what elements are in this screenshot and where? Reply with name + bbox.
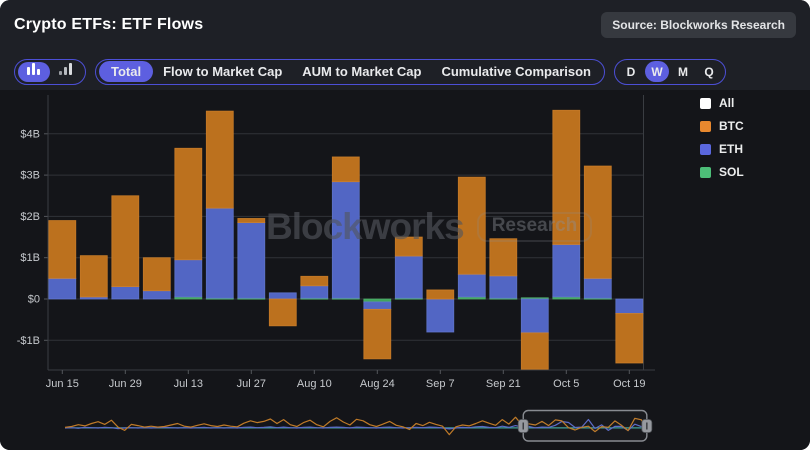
svg-text:Jun 29: Jun 29 <box>109 378 142 390</box>
navigator-right-handle[interactable] <box>642 420 652 433</box>
bar-segment-sol-aug-24[interactable] <box>364 299 391 302</box>
interval-button-m[interactable]: M <box>671 61 695 82</box>
bar-segment-btc-aug-24[interactable] <box>364 309 391 359</box>
svg-text:$4B: $4B <box>20 128 40 140</box>
legend-swatch-eth <box>700 144 711 155</box>
bar-segment-btc-aug-3[interactable] <box>269 299 296 326</box>
svg-text:$0: $0 <box>28 294 40 306</box>
bar-segment-btc-jun-29[interactable] <box>112 196 139 287</box>
svg-text:$2B: $2B <box>20 211 40 223</box>
legend-item-btc[interactable]: BTC <box>700 119 744 133</box>
svg-text:Aug 24: Aug 24 <box>360 378 395 390</box>
svg-text:Sep 7: Sep 7 <box>426 378 455 390</box>
interval-toggle: DWMQ <box>614 59 726 85</box>
bar-segment-eth-aug-3[interactable] <box>269 293 296 299</box>
bar-segment-eth-jul-27[interactable] <box>238 223 265 299</box>
bar-segment-btc-jul-13[interactable] <box>175 148 202 260</box>
chart-type-stacked-button[interactable] <box>18 62 50 82</box>
bar-segment-btc-jul-6[interactable] <box>143 258 170 291</box>
view-tab-aum-to-market-cap[interactable]: AUM to Market Cap <box>292 62 431 81</box>
legend-item-sol[interactable]: SOL <box>700 165 744 179</box>
bar-segment-btc-aug-17[interactable] <box>332 157 359 182</box>
view-tab-cumulative-comparison[interactable]: Cumulative Comparison <box>431 62 601 81</box>
gridlines: $4B $3B $2B $1B $0 -$1B <box>17 128 644 346</box>
bar-segment-btc-sep-28[interactable] <box>521 333 548 369</box>
bar-segment-btc-oct-5[interactable] <box>553 110 580 244</box>
stacked-bar-chart-icon <box>26 62 42 81</box>
bar-segment-eth-jul-20[interactable] <box>206 208 233 298</box>
interval-button-d[interactable]: D <box>619 61 643 82</box>
crypto-etf-flows-card: Crypto ETFs: ETF Flows Source: Blockwork… <box>0 0 810 450</box>
ascending-bar-chart-icon <box>58 62 74 81</box>
legend-label: All <box>719 96 734 110</box>
bar-segment-eth-jul-6[interactable] <box>143 291 170 299</box>
page-title: Crypto ETFs: ETF Flows <box>14 16 203 34</box>
bar-segment-eth-sep-21[interactable] <box>490 276 517 298</box>
legend-swatch-sol <box>700 167 711 178</box>
legend: All BTC ETH SOL <box>700 96 744 179</box>
bar-segment-eth-oct-5[interactable] <box>553 244 580 296</box>
bar-segment-btc-aug-10[interactable] <box>301 276 328 285</box>
header: Crypto ETFs: ETF Flows Source: Blockwork… <box>0 0 810 50</box>
svg-text:Jun 15: Jun 15 <box>46 378 79 390</box>
bar-segment-eth-jun-15[interactable] <box>49 278 76 299</box>
bar-segment-eth-aug-10[interactable] <box>301 286 328 298</box>
bar-segment-btc-jun-22[interactable] <box>80 256 107 297</box>
bar-segment-eth-aug-17[interactable] <box>332 182 359 298</box>
bar-segment-btc-oct-19[interactable] <box>616 313 643 363</box>
bars <box>49 110 643 369</box>
bar-segment-eth-aug-24[interactable] <box>364 302 391 309</box>
legend-label: ETH <box>719 142 743 156</box>
bar-segment-eth-oct-12[interactable] <box>584 278 611 298</box>
chart-type-grouped-button[interactable] <box>50 62 82 82</box>
bar-segment-eth-oct-19[interactable] <box>616 299 643 313</box>
bar-segment-btc-oct-12[interactable] <box>584 166 611 278</box>
svg-text:Jul 13: Jul 13 <box>174 378 203 390</box>
legend-swatch-btc <box>700 121 711 132</box>
view-tab-total[interactable]: Total <box>99 61 153 82</box>
navigator-left-handle[interactable] <box>518 420 528 433</box>
view-tabs: TotalFlow to Market CapAUM to Market Cap… <box>95 59 605 85</box>
navigator-selection-window[interactable] <box>523 411 647 442</box>
chart-zone: $4B $3B $2B $1B $0 -$1B Jun 15 Jun 29 Jul 13 Jul … <box>0 90 810 450</box>
bar-segment-btc-jul-20[interactable] <box>206 111 233 208</box>
legend-swatch-all <box>700 98 711 109</box>
legend-item-eth[interactable]: ETH <box>700 142 744 156</box>
legend-label: BTC <box>719 119 744 133</box>
bar-segment-eth-jun-29[interactable] <box>112 287 139 299</box>
flows-bar-chart[interactable]: $4B $3B $2B $1B $0 -$1B Jun 15 Jun 29 Jul 13 Jul … <box>0 90 690 395</box>
bar-segment-eth-sep-7[interactable] <box>427 299 454 332</box>
svg-text:Oct 19: Oct 19 <box>613 378 645 390</box>
toolbar: TotalFlow to Market CapAUM to Market Cap… <box>14 58 726 85</box>
source-badge: Source: Blockworks Research <box>601 12 796 38</box>
bar-segment-btc-jun-15[interactable] <box>49 221 76 279</box>
interval-button-q[interactable]: Q <box>697 61 721 82</box>
bar-segment-eth-jul-13[interactable] <box>175 260 202 297</box>
svg-text:-$1B: -$1B <box>17 335 40 347</box>
bar-segment-eth-sep-14[interactable] <box>458 274 485 297</box>
chart-type-toggle <box>14 59 86 85</box>
svg-text:Jul 27: Jul 27 <box>237 378 266 390</box>
interval-button-w[interactable]: W <box>645 61 669 82</box>
bar-segment-btc-sep-7[interactable] <box>427 290 454 299</box>
bar-segment-btc-jul-27[interactable] <box>238 218 265 222</box>
bar-segment-eth-sep-28[interactable] <box>521 299 548 333</box>
range-navigator[interactable] <box>0 395 690 450</box>
bar-segment-btc-sep-21[interactable] <box>490 239 517 276</box>
legend-label: SOL <box>719 165 744 179</box>
svg-text:$1B: $1B <box>20 252 40 264</box>
svg-text:Aug 10: Aug 10 <box>297 378 332 390</box>
bar-segment-eth-aug-31[interactable] <box>395 256 422 298</box>
svg-text:Sep 21: Sep 21 <box>486 378 521 390</box>
legend-item-all[interactable]: All <box>700 96 744 110</box>
view-tab-flow-to-market-cap[interactable]: Flow to Market Cap <box>153 62 292 81</box>
bar-segment-btc-sep-14[interactable] <box>458 177 485 274</box>
bar-segment-btc-aug-31[interactable] <box>395 237 422 256</box>
svg-text:Oct 5: Oct 5 <box>553 378 579 390</box>
svg-text:$3B: $3B <box>20 170 40 182</box>
